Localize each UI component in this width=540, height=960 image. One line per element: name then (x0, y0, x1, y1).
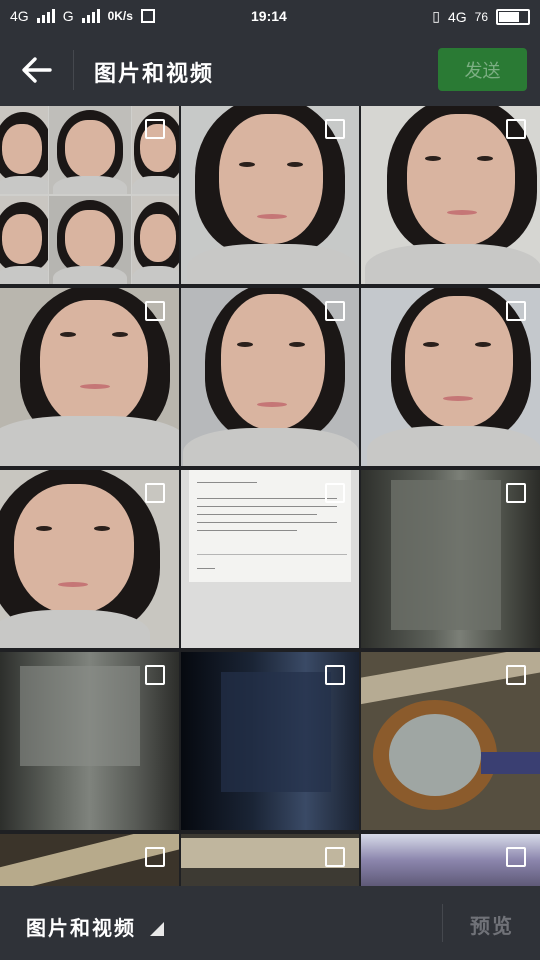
send-button[interactable]: 发送 (438, 48, 527, 91)
media-thumbnail[interactable] (361, 834, 540, 886)
select-checkbox[interactable] (325, 847, 345, 867)
page-title: 图片和视频 (94, 62, 215, 87)
media-thumbnail[interactable] (181, 288, 359, 466)
select-checkbox[interactable] (506, 301, 526, 321)
media-thumbnail[interactable] (181, 470, 359, 648)
select-checkbox[interactable] (145, 665, 165, 685)
clock: 19:14 (251, 8, 287, 24)
media-thumbnail[interactable] (361, 288, 540, 466)
select-checkbox[interactable] (145, 301, 165, 321)
network-type-label: 4G (10, 8, 29, 24)
select-checkbox[interactable] (506, 483, 526, 503)
signal-strength-icon-2 (81, 9, 100, 23)
battery-icon (496, 8, 530, 25)
app-header: 图片和视频 发送 (0, 34, 540, 106)
media-thumbnail[interactable] (361, 470, 540, 648)
bottom-divider (442, 904, 443, 942)
media-thumbnail[interactable] (181, 106, 359, 284)
select-checkbox[interactable] (325, 665, 345, 685)
signal-strength-icon (36, 9, 55, 23)
media-thumbnail[interactable] (181, 652, 359, 830)
media-thumbnail[interactable] (361, 652, 540, 830)
battery-percent: 76 (474, 9, 488, 24)
select-checkbox[interactable] (145, 847, 165, 867)
bottom-bar: 图片和视频 预览 (0, 886, 540, 960)
select-checkbox[interactable] (506, 119, 526, 139)
select-checkbox[interactable] (325, 119, 345, 139)
media-thumbnail[interactable] (0, 106, 179, 284)
network-speed: 0K/s (107, 9, 133, 23)
select-checkbox[interactable] (145, 119, 165, 139)
vibrate-icon: ▯ (432, 8, 440, 24)
preview-button[interactable]: 预览 (470, 910, 514, 939)
media-thumbnail[interactable] (0, 470, 179, 648)
media-thumbnail[interactable] (181, 834, 359, 886)
status-bar: 4G G 0K/s 19:14 ▯ 4G 76 (0, 0, 540, 34)
media-thumbnail[interactable] (361, 106, 540, 284)
select-checkbox[interactable] (325, 483, 345, 503)
select-checkbox[interactable] (506, 847, 526, 867)
select-checkbox[interactable] (145, 483, 165, 503)
network-type-label-3: 4G (447, 8, 467, 25)
network-type-label-2: G (62, 8, 74, 24)
dropdown-triangle-icon[interactable] (150, 922, 164, 936)
media-thumbnail[interactable] (0, 652, 179, 830)
media-grid (0, 106, 540, 886)
select-checkbox[interactable] (506, 665, 526, 685)
media-thumbnail[interactable] (0, 288, 179, 466)
media-thumbnail[interactable] (0, 834, 179, 886)
back-arrow-icon[interactable] (20, 53, 54, 87)
album-selector[interactable]: 图片和视频 (26, 912, 136, 941)
header-divider (73, 50, 74, 90)
screenshot-icon (140, 9, 155, 23)
select-checkbox[interactable] (325, 301, 345, 321)
